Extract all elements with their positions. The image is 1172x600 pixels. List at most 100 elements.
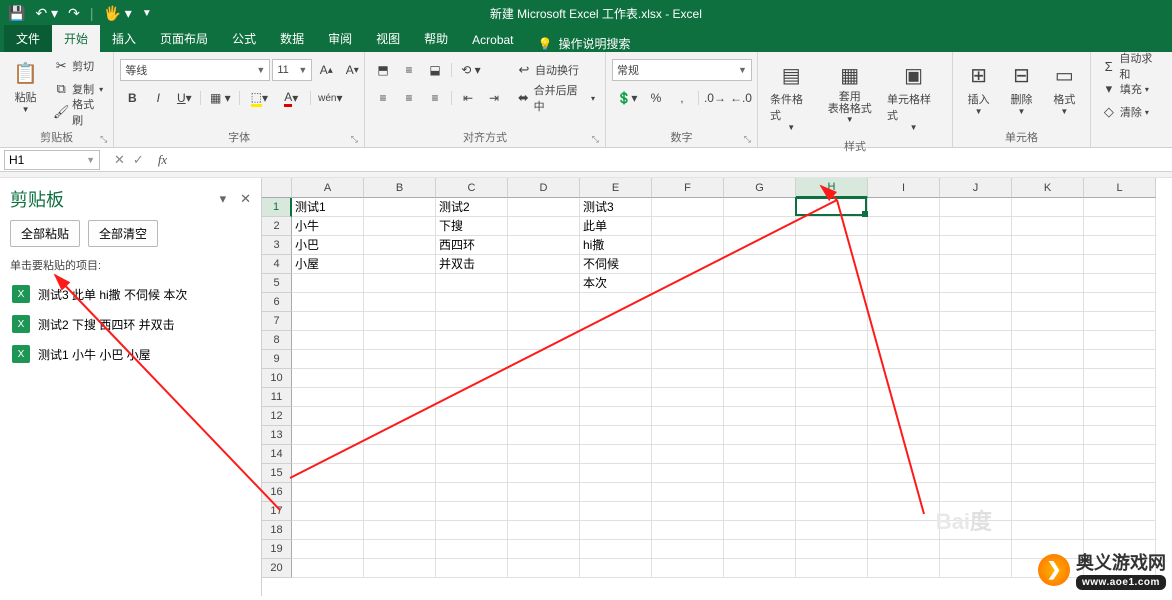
cell[interactable] bbox=[868, 388, 940, 407]
cut-button[interactable]: ✂剪切 bbox=[49, 55, 107, 77]
cell[interactable] bbox=[724, 540, 796, 559]
cell[interactable] bbox=[724, 236, 796, 255]
cell[interactable] bbox=[508, 312, 580, 331]
tab-insert[interactable]: 插入 bbox=[100, 25, 148, 52]
clear-all-button[interactable]: 全部清空 bbox=[88, 220, 158, 247]
column-header[interactable]: J bbox=[940, 178, 1012, 198]
cell[interactable] bbox=[652, 464, 724, 483]
cell[interactable] bbox=[508, 445, 580, 464]
cell[interactable] bbox=[940, 426, 1012, 445]
cell[interactable] bbox=[652, 445, 724, 464]
tell-me[interactable]: 💡 操作说明搜索 bbox=[526, 35, 643, 52]
row-header[interactable]: 13 bbox=[262, 426, 292, 445]
cell[interactable] bbox=[364, 521, 436, 540]
cell[interactable] bbox=[724, 407, 796, 426]
insert-cells-button[interactable]: ⊞插入▼ bbox=[959, 57, 998, 120]
number-format-combo[interactable]: 常规▼ bbox=[612, 59, 752, 81]
cell[interactable] bbox=[1012, 274, 1084, 293]
cell[interactable] bbox=[652, 407, 724, 426]
tab-layout[interactable]: 页面布局 bbox=[148, 25, 220, 52]
cell[interactable] bbox=[796, 388, 868, 407]
cell[interactable] bbox=[1012, 312, 1084, 331]
column-header[interactable]: K bbox=[1012, 178, 1084, 198]
cell[interactable] bbox=[292, 293, 364, 312]
cell[interactable] bbox=[508, 407, 580, 426]
format-as-table-button[interactable]: ▦套用 表格格式▼ bbox=[822, 57, 877, 128]
align-top-icon[interactable]: ⬒ bbox=[371, 59, 395, 81]
row-header[interactable]: 3 bbox=[262, 236, 292, 255]
fill-button[interactable]: ▾填充▾ bbox=[1097, 78, 1166, 100]
cell[interactable] bbox=[868, 464, 940, 483]
cell[interactable] bbox=[292, 369, 364, 388]
row-header[interactable]: 15 bbox=[262, 464, 292, 483]
cell[interactable] bbox=[580, 521, 652, 540]
font-color-button[interactable]: A ▾ bbox=[276, 87, 306, 109]
decrease-font-icon[interactable]: A▾ bbox=[340, 59, 364, 81]
cell[interactable] bbox=[436, 483, 508, 502]
cell[interactable] bbox=[1012, 255, 1084, 274]
row-header[interactable]: 17 bbox=[262, 502, 292, 521]
column-header[interactable]: D bbox=[508, 178, 580, 198]
cell[interactable] bbox=[508, 502, 580, 521]
cell[interactable] bbox=[868, 312, 940, 331]
cell[interactable] bbox=[508, 483, 580, 502]
cell[interactable] bbox=[868, 255, 940, 274]
cell[interactable] bbox=[940, 369, 1012, 388]
row-header[interactable]: 7 bbox=[262, 312, 292, 331]
cell[interactable] bbox=[436, 369, 508, 388]
row-header[interactable]: 6 bbox=[262, 293, 292, 312]
cell[interactable] bbox=[364, 407, 436, 426]
cell[interactable] bbox=[796, 445, 868, 464]
cell[interactable] bbox=[940, 255, 1012, 274]
cell[interactable] bbox=[652, 559, 724, 578]
cell[interactable] bbox=[940, 540, 1012, 559]
cell[interactable] bbox=[364, 559, 436, 578]
merge-center-button[interactable]: ⬌合并后居中▾ bbox=[512, 87, 599, 109]
cell[interactable] bbox=[796, 502, 868, 521]
cell[interactable] bbox=[940, 407, 1012, 426]
autosum-button[interactable]: Σ自动求和 bbox=[1097, 55, 1166, 77]
cell[interactable] bbox=[652, 502, 724, 521]
cell[interactable] bbox=[868, 369, 940, 388]
cell[interactable] bbox=[652, 236, 724, 255]
cell[interactable] bbox=[436, 559, 508, 578]
wrap-text-button[interactable]: ↩自动换行 bbox=[512, 59, 599, 81]
cell[interactable] bbox=[796, 369, 868, 388]
row-header[interactable]: 19 bbox=[262, 540, 292, 559]
cell[interactable] bbox=[436, 350, 508, 369]
cell[interactable] bbox=[364, 426, 436, 445]
column-header[interactable]: G bbox=[724, 178, 796, 198]
cell[interactable] bbox=[796, 217, 868, 236]
cell[interactable] bbox=[796, 426, 868, 445]
cell[interactable] bbox=[364, 236, 436, 255]
cell[interactable] bbox=[1084, 312, 1156, 331]
cell[interactable] bbox=[796, 293, 868, 312]
cell[interactable] bbox=[508, 521, 580, 540]
cell[interactable] bbox=[724, 559, 796, 578]
cell[interactable] bbox=[508, 274, 580, 293]
qat-customize-icon[interactable]: ▼ bbox=[142, 8, 152, 19]
cell[interactable] bbox=[868, 521, 940, 540]
row-header[interactable]: 18 bbox=[262, 521, 292, 540]
cell[interactable] bbox=[436, 464, 508, 483]
cell[interactable] bbox=[796, 312, 868, 331]
underline-button[interactable]: U ▾ bbox=[172, 87, 196, 109]
cell[interactable] bbox=[508, 293, 580, 312]
cell[interactable] bbox=[436, 521, 508, 540]
cell[interactable] bbox=[1012, 217, 1084, 236]
cell[interactable] bbox=[508, 369, 580, 388]
cell[interactable] bbox=[1084, 388, 1156, 407]
redo-icon[interactable]: ↷ bbox=[68, 5, 80, 22]
cell[interactable] bbox=[292, 388, 364, 407]
cell[interactable]: 下搜 bbox=[436, 217, 508, 236]
cell[interactable] bbox=[940, 217, 1012, 236]
font-size-combo[interactable]: 11▼ bbox=[272, 59, 312, 81]
format-painter-button[interactable]: 🖌格式刷 bbox=[49, 101, 107, 123]
cell[interactable] bbox=[580, 369, 652, 388]
cell[interactable] bbox=[868, 236, 940, 255]
cell[interactable] bbox=[868, 540, 940, 559]
cell[interactable] bbox=[580, 407, 652, 426]
cell[interactable]: 不伺候 bbox=[580, 255, 652, 274]
cell[interactable] bbox=[652, 293, 724, 312]
cell[interactable] bbox=[1084, 521, 1156, 540]
